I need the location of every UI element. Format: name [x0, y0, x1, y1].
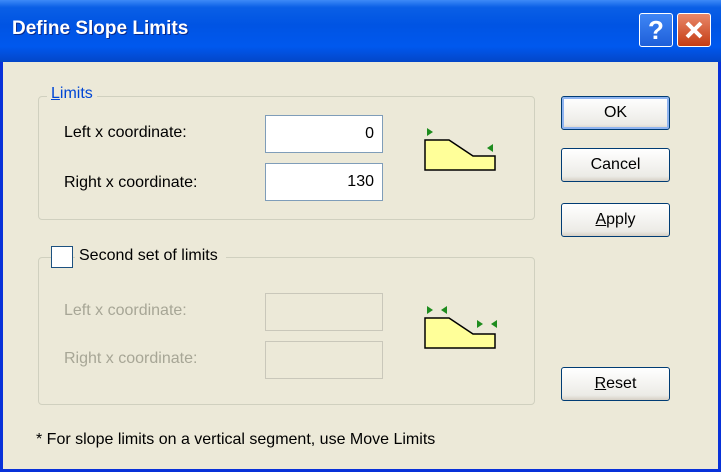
footnote: * For slope limits on a vertical segment… [36, 431, 436, 448]
second-right-x-label: Right x coordinate: [64, 350, 198, 367]
second-left-x-input[interactable] [265, 293, 383, 331]
close-button[interactable] [677, 13, 711, 47]
left-x-input[interactable]: 0 [265, 115, 383, 153]
reset-button[interactable]: Reset [561, 367, 670, 401]
left-x-label: Left x coordinate: [64, 124, 187, 141]
cancel-button[interactable]: Cancel [561, 148, 670, 182]
second-right-x-input[interactable] [265, 341, 383, 379]
right-x-label: Right x coordinate: [64, 174, 198, 191]
second-slope-limits-icon [424, 306, 497, 349]
slope-limits-icon [424, 128, 496, 171]
dialog-window: Define Slope Limits ? Limits Left x coor… [0, 0, 721, 472]
apply-button[interactable]: Apply [561, 203, 670, 237]
second-limits-label[interactable]: Second set of limits [75, 247, 226, 265]
question-icon: ? [648, 15, 664, 45]
ok-button[interactable]: OK [561, 96, 670, 130]
window-title: Define Slope Limits [12, 18, 189, 39]
close-icon [685, 21, 703, 39]
right-x-input[interactable]: 130 [265, 163, 383, 201]
limits-legend: Limits [47, 85, 97, 103]
second-limits-checkbox[interactable] [51, 246, 73, 268]
title-bar[interactable]: Define Slope Limits ? [0, 0, 721, 62]
second-left-x-label: Left x coordinate: [64, 302, 187, 319]
help-button[interactable]: ? [639, 13, 673, 47]
